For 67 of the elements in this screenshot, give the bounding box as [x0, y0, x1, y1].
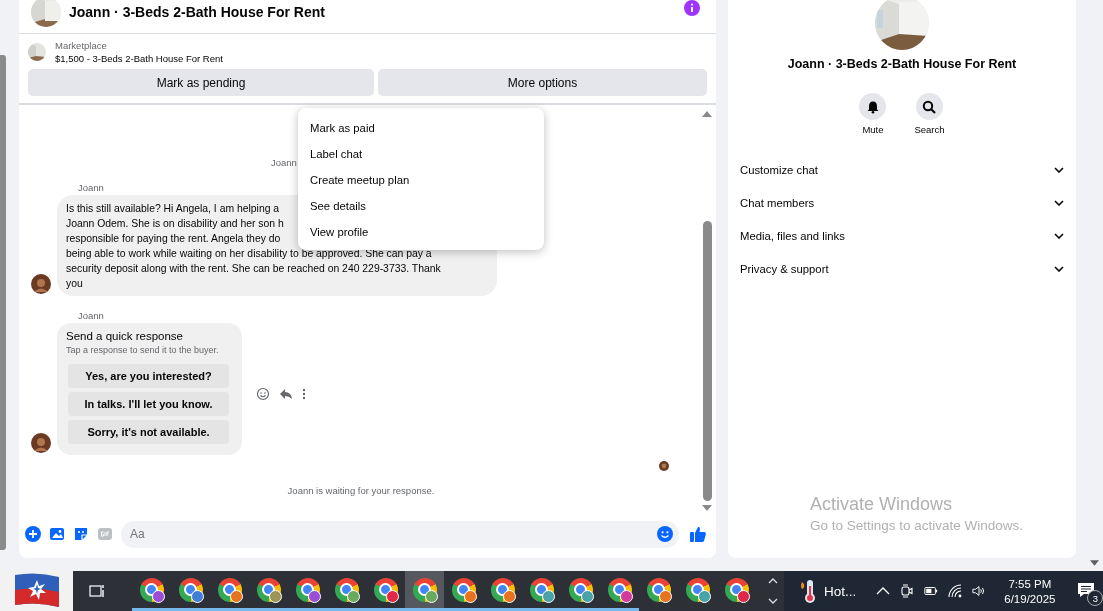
- section-header[interactable]: Privacy & support: [740, 252, 1064, 285]
- timestamp: Joann: [271, 157, 297, 168]
- section-header[interactable]: Media, files and links: [740, 219, 1064, 252]
- browser-taskbar-button[interactable]: [405, 571, 444, 611]
- search-button[interactable]: [916, 93, 943, 120]
- scroll-down-icon[interactable]: [1090, 560, 1099, 566]
- scrollbar-thumb[interactable]: [702, 221, 712, 501]
- card-title: Send a quick response: [66, 330, 184, 342]
- thermometer-icon: [798, 578, 818, 604]
- listing-source: Marketplace: [55, 40, 108, 51]
- emoji-icon[interactable]: [657, 526, 673, 542]
- menu-item[interactable]: Label chat: [298, 141, 544, 167]
- action-label: Mute: [862, 124, 884, 135]
- status-text: Joann is waiting for your response.: [287, 485, 435, 496]
- message-line: Joann Odem. She is on disability and her son h: [66, 217, 284, 231]
- chat-title: Joann · 3-Beds 2-Bath House For Rent: [69, 3, 326, 20]
- message-line: you: [66, 277, 83, 291]
- menu-item[interactable]: Mark as paid: [298, 115, 544, 141]
- message-field[interactable]: Aa: [121, 520, 679, 548]
- weather-button[interactable]: Hot...: [798, 578, 857, 604]
- section-header[interactable]: Chat members: [740, 186, 1064, 219]
- add-icon[interactable]: [25, 526, 41, 542]
- scroll-up-icon[interactable]: [768, 578, 778, 584]
- task-view-icon[interactable]: [89, 583, 105, 599]
- more-icon[interactable]: [302, 387, 306, 401]
- menu-item[interactable]: See details: [298, 193, 544, 219]
- sticker-icon[interactable]: [73, 526, 89, 542]
- sender-name: Joann: [78, 182, 105, 193]
- reply-icon[interactable]: [279, 387, 293, 401]
- action-button[interactable]: More options: [378, 69, 707, 96]
- emoji-icon[interactable]: [256, 387, 270, 401]
- seen-avatar-icon: [659, 461, 669, 471]
- camera-icon[interactable]: [900, 584, 915, 598]
- image-icon[interactable]: [49, 526, 65, 542]
- search-icon: [922, 99, 937, 114]
- scrollbar-thumb[interactable]: [0, 55, 6, 550]
- avatar-icon[interactable]: [31, 433, 51, 453]
- avatar-icon[interactable]: [31, 274, 51, 294]
- listing-title: $1,500 - 3-Beds 2-Bath House For Rent: [55, 53, 223, 64]
- message-line: security deposit along with the rent. She can be reached on 240 229-3733. Thank: [66, 262, 441, 276]
- info-icon[interactable]: [684, 0, 700, 16]
- battery-icon[interactable]: [924, 584, 939, 598]
- scroll-down-icon[interactable]: [768, 598, 778, 604]
- notification-count: 3: [1087, 590, 1103, 606]
- message-line: Is this still available? Hi Angela, I am helping a: [66, 202, 280, 216]
- response-button[interactable]: Sorry, it's not available.: [68, 420, 229, 444]
- sender-name: Joann: [78, 310, 105, 321]
- menu-item[interactable]: Create meetup plan: [298, 167, 544, 193]
- card-hint: Tap a response to send it to the buyer.: [66, 345, 220, 355]
- activation-text: Go to Settings to activate Windows.: [810, 518, 1024, 533]
- response-button[interactable]: In talks. I'll let you know.: [68, 392, 229, 416]
- section-header[interactable]: Customize chat: [740, 153, 1064, 186]
- like-icon[interactable]: [689, 525, 707, 543]
- notifications-button[interactable]: 3: [1073, 578, 1100, 604]
- details-title: Joann · 3-Beds 2-Bath House For Rent: [787, 57, 1017, 71]
- clock-button[interactable]: 7:55 PM 6/19/2025: [1004, 577, 1056, 605]
- response-button[interactable]: Yes, are you interested?: [68, 364, 229, 388]
- speaker-icon[interactable]: [972, 584, 987, 598]
- menu-item[interactable]: View profile: [298, 219, 544, 245]
- message-line: responsible for paying the rent. Angela they do: [66, 232, 281, 246]
- action-button[interactable]: Mark as pending: [28, 69, 374, 96]
- message-icon: [1077, 581, 1096, 598]
- wifi-icon[interactable]: [948, 584, 963, 598]
- bell-icon: [865, 99, 880, 114]
- activation-title: Activate Windows: [810, 494, 954, 515]
- mute-button[interactable]: [859, 93, 887, 120]
- action-label: Search: [914, 124, 945, 135]
